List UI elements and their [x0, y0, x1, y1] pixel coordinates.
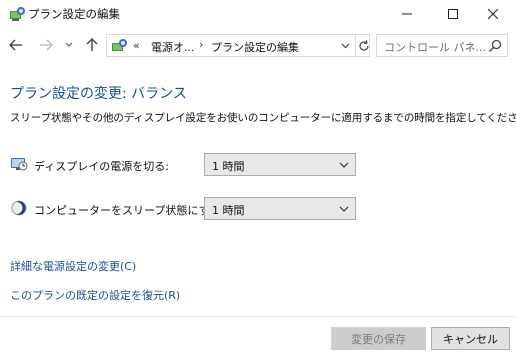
recent-locations-button[interactable]	[62, 34, 76, 56]
page-description: スリープ状態やその他のディスプレイ設定をお使いのコンピューターに適用するまでの時…	[10, 112, 516, 124]
arrow-right-icon	[40, 39, 53, 51]
arrow-up-icon	[86, 38, 98, 51]
refresh-icon	[358, 39, 369, 51]
forward-button[interactable]	[36, 34, 56, 56]
restore-defaults-link[interactable]: このプランの既定の設定を復元(R)	[10, 287, 180, 303]
title-bar: プラン設定の編集	[0, 0, 516, 28]
minimize-icon	[402, 13, 412, 15]
maximize-icon	[448, 9, 458, 19]
back-button[interactable]	[6, 34, 26, 56]
chevron-down-icon	[339, 206, 349, 212]
breadcrumb-overflow[interactable]: «	[133, 39, 140, 52]
footer-divider	[0, 316, 516, 317]
sleep-value: 1 時間	[212, 204, 245, 217]
display-off-label: ディスプレイの電源を切る:	[34, 160, 169, 173]
close-button[interactable]	[470, 0, 516, 28]
display-icon	[11, 158, 28, 171]
navigation-bar: « 電源オ... › プラン設定の編集 コントロール パネ...	[0, 30, 516, 60]
search-icon[interactable]	[487, 38, 503, 54]
close-icon	[488, 9, 498, 19]
sleep-label: コンピューターをスリープ状態にする:	[34, 204, 225, 217]
breadcrumb-item-power-options[interactable]: 電源オ...	[151, 39, 195, 55]
chevron-down-icon	[341, 43, 349, 48]
cancel-button[interactable]: キャンセル	[431, 327, 510, 350]
address-bar[interactable]: « 電源オ... › プラン設定の編集	[106, 34, 370, 57]
window-title: プラン設定の編集	[28, 7, 120, 21]
breadcrumb-item-edit-plan[interactable]: プラン設定の編集	[211, 39, 299, 55]
display-off-select[interactable]: 1 時間	[204, 153, 356, 176]
address-dropdown-button[interactable]	[337, 35, 353, 56]
display-off-value: 1 時間	[212, 160, 245, 173]
search-input[interactable]: コントロール パネ...	[384, 39, 486, 55]
advanced-power-settings-link[interactable]: 詳細な電源設定の変更(C)	[10, 258, 136, 274]
control-panel-icon	[112, 39, 127, 51]
refresh-button[interactable]	[355, 35, 371, 56]
up-button[interactable]	[82, 34, 102, 56]
arrow-left-icon	[9, 39, 22, 51]
chevron-down-icon	[339, 162, 349, 168]
save-changes-button[interactable]: 変更の保存	[331, 327, 426, 350]
chevron-down-icon	[65, 42, 73, 47]
power-options-icon	[10, 7, 25, 21]
page-title: プラン設定の変更: バランス	[10, 86, 187, 102]
breadcrumb-separator[interactable]: ›	[199, 38, 203, 51]
minimize-button[interactable]	[384, 0, 430, 28]
search-box[interactable]: コントロール パネ...	[376, 34, 508, 57]
sleep-select[interactable]: 1 時間	[204, 197, 356, 220]
sleep-moon-icon	[10, 200, 27, 216]
